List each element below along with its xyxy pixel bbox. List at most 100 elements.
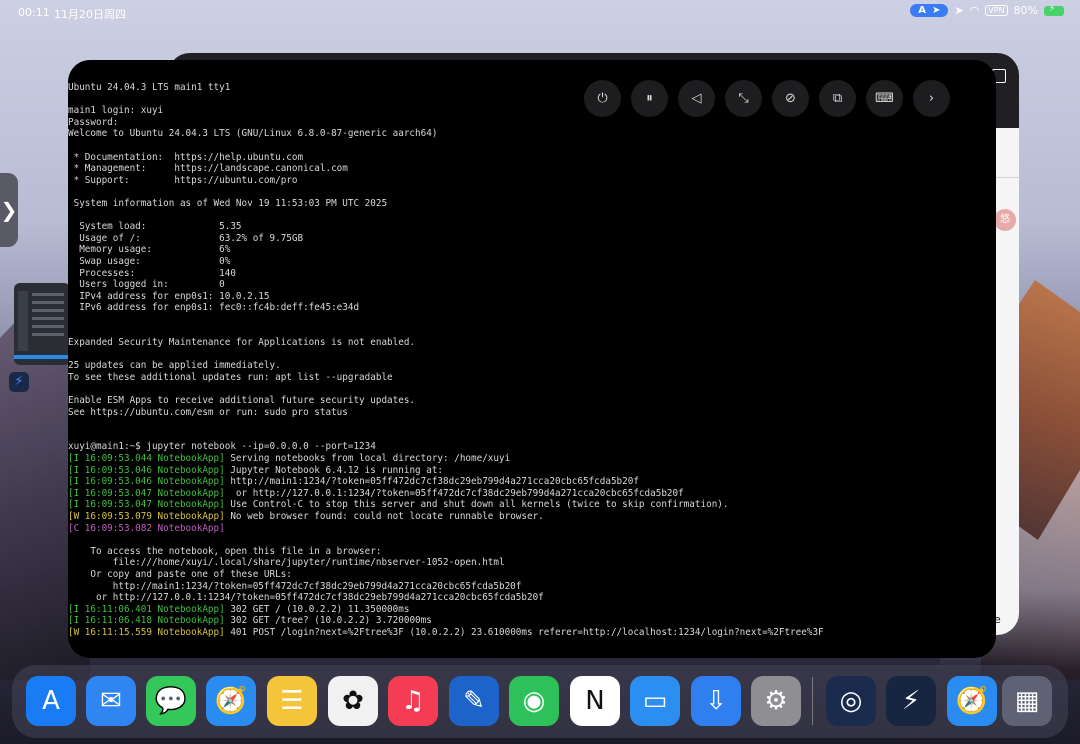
safari-icon[interactable]: 🧭 (206, 676, 256, 726)
terminal-text: IPv6 address for enp0s1: fec0::fc4b:deff… (68, 302, 360, 314)
terminal-line: Or copy and paste one of these URLs: (68, 569, 292, 580)
terminal-text: Processes: 140 (68, 267, 236, 279)
battery-icon (1044, 4, 1064, 16)
terminal-text: No web browser found: could not locate r… (224, 510, 544, 522)
terminal-line: System information as of Wed Nov 19 11:5… (68, 198, 387, 209)
terminal-output[interactable]: Ubuntu 24.04.3 LTS main1 tty1 main1 logi… (68, 82, 824, 639)
terminal-line: Users logged in: 0 (68, 279, 225, 290)
terminal-line: [I 16:09:53.047 NotebookApp] or http://1… (68, 488, 684, 499)
terminal-text: Or copy and paste one of these URLs: (68, 568, 292, 580)
vm-control-bar: ⏻ ⏸ ◁ ⤡ ⊘ ⧉ ⌨ › (584, 80, 950, 117)
terminal-line: 25 updates can be applied immediately. (68, 360, 281, 371)
power-icon[interactable]: ⏻ (584, 80, 621, 117)
next-icon[interactable]: › (913, 80, 950, 117)
wechat-icon[interactable]: ◉ (509, 676, 559, 726)
terminal-line: * Support: https://ubuntu.com/pro (68, 175, 298, 186)
terminal-text: xuyi@main1:~$ jupyter notebook --ip=0.0.… (68, 441, 376, 453)
terminal-line: [C 16:09:53.082 NotebookApp] (68, 523, 225, 534)
back-icon[interactable]: ◁ (678, 80, 715, 117)
terminal-text: 302 GET / (10.0.2.2) 11.350000ms (224, 603, 410, 615)
freeform-icon[interactable]: ✎ (449, 676, 499, 726)
disable-icon[interactable]: ⊘ (772, 80, 809, 117)
settings-icon[interactable]: ⚙ (751, 676, 801, 726)
photos-icon[interactable]: ✿ (328, 676, 378, 726)
app-window-thumbnail[interactable] (14, 283, 70, 365)
terminal-text: System information as of Wed Nov 19 11:5… (68, 197, 388, 209)
terminal-text: System load: 5.35 (68, 221, 242, 233)
terminal-line: Memory usage: 6% (68, 244, 230, 255)
terminal-text: IPv4 address for enp0s1: 10.0.2.15 (68, 290, 270, 302)
notion-icon[interactable]: N (570, 676, 620, 726)
terminal-text: Ubuntu 24.04.3 LTS main1 tty1 (68, 82, 231, 93)
terminal-line: IPv4 address for enp0s1: 10.0.2.15 (68, 290, 270, 302)
terminal-text: Use Control-C to stop this server and sh… (224, 499, 729, 511)
log-prefix: [I 16:09:53.044 NotebookApp] (68, 453, 225, 464)
terminal-line: [W 16:09:53.079 NotebookApp] No web brow… (68, 511, 544, 522)
terminal-line: file:///home/xuyi/.local/share/jupyter/r… (68, 557, 505, 568)
terminal-line: [I 16:11:06.401 NotebookApp] 302 GET / (… (68, 604, 409, 615)
windows-icon[interactable]: ⧉ (819, 80, 856, 117)
terminal-text: See https://ubuntu.com/esm or run: sudo … (68, 406, 348, 418)
terminal-line: main1 login: xuyi (68, 105, 163, 116)
wifi-icon: ◠ (969, 4, 980, 17)
terminal-line: [I 16:09:53.047 NotebookApp] Use Control… (68, 499, 728, 510)
status-time: 00:11 (18, 6, 50, 19)
terminal-text: Expanded Security Maintenance for Applic… (68, 337, 416, 349)
messages-icon[interactable]: 💬 (146, 676, 196, 726)
terminal-line: Password: (68, 117, 118, 128)
log-prefix: [I 16:09:53.046 NotebookApp] (68, 464, 225, 476)
terminal-line: or http://127.0.0.1:1234/?token=05ff472d… (68, 592, 544, 603)
terminal-window[interactable]: Ubuntu 24.04.3 LTS main1 tty1 main1 logi… (68, 60, 996, 658)
pause-icon[interactable]: ⏸ (631, 80, 668, 117)
terminal-text: * Management: https://landscape.canonica… (68, 163, 348, 175)
terminal-text: * Support: https://ubuntu.com/pro (68, 174, 298, 186)
terminal-line: Welcome to Ubuntu 24.04.3 LTS (GNU/Linux… (68, 128, 437, 139)
music-icon[interactable]: ♫ (388, 676, 438, 726)
terminal-text: file:///home/xuyi/.local/share/jupyter/r… (68, 557, 505, 569)
safari-2-icon[interactable]: 🧭 (947, 676, 997, 726)
terminal-line: Usage of /: 63.2% of 9.75GB (68, 233, 303, 244)
terminal-text: or http://127.0.0.1:1234/?token=05ff472d… (224, 487, 684, 499)
app-store-icon[interactable]: A (26, 676, 76, 726)
terminal-line: [I 16:09:53.046 NotebookApp] http://main… (68, 476, 639, 487)
terminal-line: Processes: 140 (68, 268, 236, 279)
slide-over-handle[interactable]: ❯ (0, 173, 18, 247)
battery-percent: 80% (1013, 4, 1038, 17)
vpn-badge: VPN (985, 5, 1008, 16)
terminal-text: or http://127.0.0.1:1234/?token=05ff472d… (68, 592, 544, 604)
terminal-text: Users logged in: 0 (68, 279, 225, 291)
mail-icon[interactable]: ✉ (86, 676, 136, 726)
terminal-text: * Documentation: https://help.ubuntu.com (68, 151, 304, 163)
log-prefix: [I 16:11:06.418 NotebookApp] (68, 615, 225, 627)
status-bar: 00:11 11月20日周四 A ➤ ➤ ◠ VPN 80% (0, 0, 1080, 24)
terminal-line: [I 16:09:53.046 NotebookApp] Jupyter Not… (68, 465, 443, 476)
terminal-text: http://main1:1234/?token=05ff472dc7cf38d… (224, 476, 639, 488)
keyboard-icon[interactable]: ⌨ (866, 80, 903, 117)
terminal-text: 302 GET /tree? (10.0.2.2) 3.720000ms (224, 615, 432, 627)
terminal-line: To access the notebook, open this file i… (68, 546, 381, 557)
log-prefix: [I 16:09:53.046 NotebookApp] (68, 476, 225, 488)
notes-icon[interactable]: ☰ (267, 676, 317, 726)
navigation-pill[interactable]: A ➤ (910, 4, 949, 17)
terminal-text: Serving notebooks from local directory: … (224, 453, 511, 464)
terminal-text: 25 updates can be applied immediately. (68, 360, 281, 372)
terminal-line: [W 16:11:15.559 NotebookApp] 401 POST /l… (68, 627, 824, 638)
terminal-line: Ubuntu 24.04.3 LTS main1 tty1 (68, 82, 230, 93)
status-date: 11月20日周四 (54, 8, 126, 21)
log-prefix: [I 16:11:06.401 NotebookApp] (68, 603, 225, 615)
log-prefix: [W 16:11:15.559 NotebookApp] (68, 626, 225, 638)
log-prefix: [C 16:09:53.082 NotebookApp] (68, 522, 225, 534)
shrink-icon[interactable]: ⤡ (725, 80, 762, 117)
remote-icon[interactable]: ◎ (826, 676, 876, 726)
bolt-icon[interactable]: ⚡ (9, 372, 29, 392)
download-icon[interactable]: ⇩ (691, 676, 741, 726)
terminal-line: xuyi@main1:~$ jupyter notebook --ip=0.0.… (68, 441, 376, 452)
avatar[interactable]: 悠 (994, 209, 1016, 231)
files-icon[interactable]: ▭ (630, 676, 680, 726)
terminal-text: Jupyter Notebook 6.4.12 is running at: (224, 464, 444, 476)
app-library-icon[interactable]: ▦ (1002, 676, 1052, 726)
log-prefix: [W 16:09:53.079 NotebookApp] (68, 510, 225, 522)
terminal-line: IPv6 address for enp0s1: fec0::fc4b:deff… (68, 302, 359, 313)
bolt-app-icon[interactable]: ⚡ (886, 676, 936, 726)
terminal-text: To see these additional updates run: apt… (68, 371, 393, 383)
